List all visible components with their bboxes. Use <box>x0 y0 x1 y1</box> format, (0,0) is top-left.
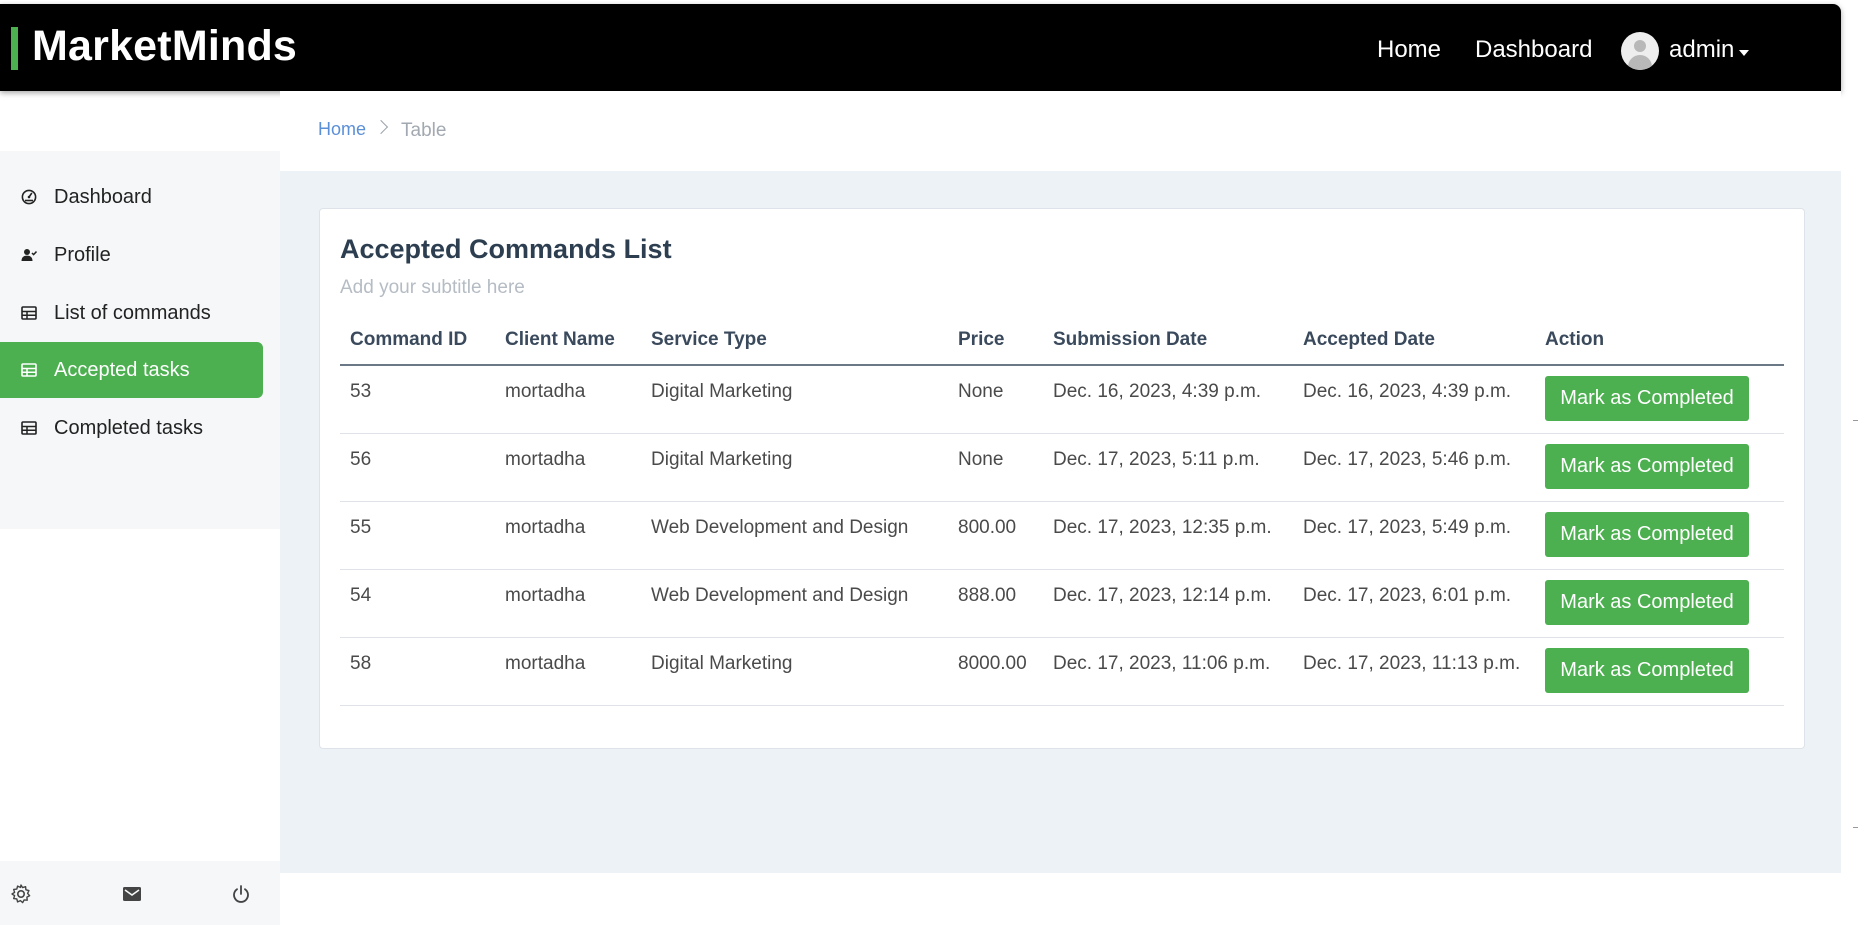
mark-as-completed-button[interactable]: Mark as Completed <box>1545 376 1749 421</box>
card-title: Accepted Commands List <box>340 234 672 264</box>
table-icon <box>21 363 37 377</box>
cell-accepted-date: Dec. 17, 2023, 11:13 p.m. <box>1293 637 1535 706</box>
cell-price: None <box>948 433 1043 502</box>
gear-icon[interactable] <box>10 883 32 905</box>
cell-command-id: 58 <box>340 637 495 706</box>
cell-submission-date: Dec. 17, 2023, 12:14 p.m. <box>1043 569 1293 638</box>
app-root: MarketMinds Home Dashboard admin Dashboa… <box>0 0 1858 935</box>
column-header-client-name: Client Name <box>495 315 641 366</box>
sidebar-item-list-of-commands[interactable]: List of commands <box>0 285 263 341</box>
user-name[interactable]: admin <box>1669 36 1734 64</box>
column-header-accepted-date: Accepted Date <box>1293 315 1535 366</box>
cell-command-id: 56 <box>340 433 495 502</box>
breadcrumb-current: Table <box>401 120 447 141</box>
cell-command-id: 54 <box>340 569 495 638</box>
mark-as-completed-button[interactable]: Mark as Completed <box>1545 647 1749 693</box>
nav-home-link[interactable]: Home <box>1377 36 1441 64</box>
user-check-icon <box>21 249 37 261</box>
table-icon <box>21 306 37 320</box>
cell-client-name: mortadha <box>495 365 641 434</box>
chevron-right-icon <box>373 119 389 135</box>
cell-submission-date: Dec. 17, 2023, 12:35 p.m. <box>1043 501 1293 570</box>
table-row: 56 mortadha Digital Marketing None Dec. … <box>340 433 1784 502</box>
sidebar-item-label: Dashboard <box>54 186 152 208</box>
cell-submission-date: Dec. 17, 2023, 11:06 p.m. <box>1043 637 1293 706</box>
sidebar-item-label: Completed tasks <box>54 417 203 439</box>
cell-service-type: Web Development and Design <box>641 569 948 638</box>
cell-action: Mark as Completed <box>1535 637 1784 706</box>
card-subtitle: Add your subtitle here <box>340 277 525 298</box>
cell-client-name: mortadha <box>495 569 641 638</box>
cell-command-id: 55 <box>340 501 495 570</box>
brand-accent-bar <box>11 27 18 70</box>
mark-as-completed-button[interactable]: Mark as Completed <box>1545 579 1749 625</box>
sidebar-item-label: List of commands <box>54 302 211 324</box>
cell-price: 888.00 <box>948 569 1043 638</box>
column-header-price: Price <box>948 315 1043 366</box>
dashboard-icon <box>21 189 37 205</box>
cell-command-id: 53 <box>340 365 495 434</box>
top-navbar: MarketMinds Home Dashboard admin <box>0 4 1841 91</box>
sidebar-item-completed-tasks[interactable]: Completed tasks <box>0 400 263 456</box>
caret-down-icon[interactable] <box>1739 50 1749 56</box>
nav-dashboard-link[interactable]: Dashboard <box>1475 36 1592 64</box>
mark-as-completed-button[interactable]: Mark as Completed <box>1545 511 1749 557</box>
column-header-action: Action <box>1535 315 1784 366</box>
accepted-commands-table: Command ID Client Name Service Type Pric… <box>340 315 1784 706</box>
sidebar: Dashboard Profile List of commands Accep… <box>0 151 280 529</box>
cell-service-type: Digital Marketing <box>641 365 948 434</box>
cell-price: 8000.00 <box>948 637 1043 706</box>
sidebar-item-label: Profile <box>54 244 111 266</box>
sidebar-item-dashboard[interactable]: Dashboard <box>0 169 263 225</box>
sidebar-item-label: Accepted tasks <box>54 359 190 381</box>
table-row: 53 mortadha Digital Marketing None Dec. … <box>340 365 1784 434</box>
cell-accepted-date: Dec. 17, 2023, 6:01 p.m. <box>1293 569 1535 638</box>
cell-submission-date: Dec. 16, 2023, 4:39 p.m. <box>1043 365 1293 434</box>
breadcrumb: Home Table <box>280 91 1841 171</box>
power-icon[interactable] <box>230 883 252 905</box>
mark-as-completed-button[interactable]: Mark as Completed <box>1545 443 1749 489</box>
table-row: 55 mortadha Web Development and Design 8… <box>340 501 1784 570</box>
mail-icon[interactable] <box>121 883 143 905</box>
cell-submission-date: Dec. 17, 2023, 5:11 p.m. <box>1043 433 1293 502</box>
cell-client-name: mortadha <box>495 501 641 570</box>
table-row: 58 mortadha Digital Marketing 8000.00 De… <box>340 637 1784 706</box>
column-header-submission-date: Submission Date <box>1043 315 1293 366</box>
cell-client-name: mortadha <box>495 433 641 502</box>
column-header-command-id: Command ID <box>340 315 495 366</box>
cell-action: Mark as Completed <box>1535 501 1784 570</box>
cell-service-type: Digital Marketing <box>641 637 948 706</box>
cell-action: Mark as Completed <box>1535 569 1784 638</box>
cell-client-name: mortadha <box>495 637 641 706</box>
sidebar-item-profile[interactable]: Profile <box>0 227 263 283</box>
column-header-service-type: Service Type <box>641 315 948 366</box>
cell-accepted-date: Dec. 17, 2023, 5:46 p.m. <box>1293 433 1535 502</box>
sidebar-item-accepted-tasks[interactable]: Accepted tasks <box>0 342 263 398</box>
table-icon <box>21 421 37 435</box>
cell-accepted-date: Dec. 16, 2023, 4:39 p.m. <box>1293 365 1535 434</box>
window-edge <box>1849 0 1858 935</box>
cell-service-type: Web Development and Design <box>641 501 948 570</box>
cell-price: 800.00 <box>948 501 1043 570</box>
accepted-commands-card: Accepted Commands List Add your subtitle… <box>319 208 1805 749</box>
avatar[interactable] <box>1621 32 1659 70</box>
cell-service-type: Digital Marketing <box>641 433 948 502</box>
cell-action: Mark as Completed <box>1535 433 1784 502</box>
cell-accepted-date: Dec. 17, 2023, 5:49 p.m. <box>1293 501 1535 570</box>
cell-action: Mark as Completed <box>1535 365 1784 434</box>
sidebar-footer <box>0 861 280 925</box>
table-row: 54 mortadha Web Development and Design 8… <box>340 569 1784 638</box>
cell-price: None <box>948 365 1043 434</box>
breadcrumb-home-link[interactable]: Home <box>318 119 366 140</box>
brand-logo[interactable]: MarketMinds <box>32 22 297 71</box>
table-header-row: Command ID Client Name Service Type Pric… <box>340 315 1784 366</box>
